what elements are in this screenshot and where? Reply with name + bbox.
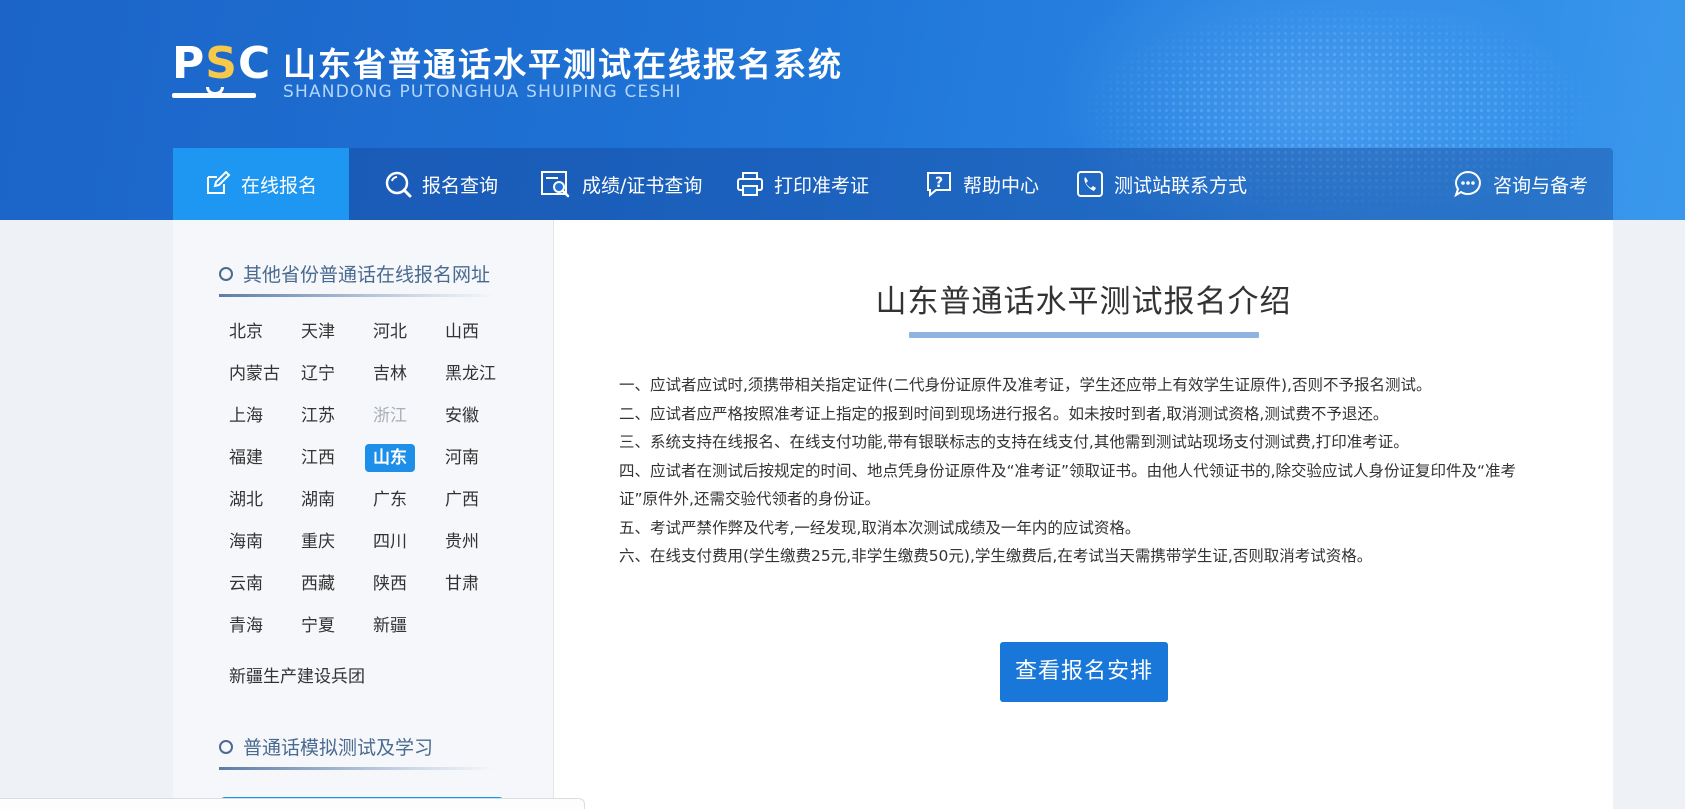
circle-icon [219, 739, 233, 754]
nav-label: 报名查询 [422, 174, 499, 197]
nav-consult[interactable]: 咨询与备考 [1453, 148, 1588, 220]
svg-text:?: ? [935, 175, 943, 191]
nav-score-query[interactable]: 成绩/证书查询 [540, 148, 702, 220]
nav-print-admission[interactable]: 打印准考证 [736, 148, 869, 220]
printer-icon [737, 172, 763, 196]
xinjiang-bingtuan-link[interactable]: 新疆生产建设兵团 [229, 662, 365, 687]
province-link[interactable]: 江苏 [293, 402, 343, 430]
main-content: 山东普通话水平测试报名介绍 一、应试者应试时,须携带相关指定证件(二代身份证原件… [554, 220, 1613, 809]
province-link[interactable]: 湖南 [293, 486, 343, 514]
province-link[interactable]: 天津 [293, 318, 343, 346]
nav-label: 成绩/证书查询 [582, 174, 703, 197]
site-subtitle: SHANDONG PUTONGHUA SHUIPING CESHI [283, 82, 682, 102]
help-icon: ? [927, 172, 951, 198]
province-link[interactable]: 福建 [221, 444, 271, 472]
nav-contact[interactable]: 测试站联系方式 [1076, 148, 1247, 220]
search-icon [385, 171, 412, 198]
province-link[interactable]: 吉林 [365, 360, 415, 388]
province-link[interactable]: 宁夏 [293, 612, 343, 640]
province-link[interactable]: 辽宁 [293, 360, 343, 388]
provinces-heading-text: 其他省份普通话在线报名网址 [243, 264, 491, 286]
view-schedule-button[interactable]: 查看报名安排 [1000, 642, 1168, 702]
province-link[interactable]: 上海 [221, 402, 271, 430]
rule-item: 三、系统支持在线报名、在线支付功能,带有银联标志的支持在线支付,其他需到测试站现… [619, 433, 1409, 451]
province-link[interactable]: 青海 [221, 612, 271, 640]
chat-icon [1454, 170, 1481, 198]
rule-item: 五、考试严禁作弊及代考,一经发现,取消本次测试成绩及一年内的应试资格。 [619, 518, 1141, 537]
rule-item: 六、在线支付费用(学生缴费25元,非学生缴费50元),学生缴费后,在考试当天需携… [619, 547, 1373, 565]
province-link[interactable]: 江西 [293, 444, 343, 472]
province-link[interactable]: 重庆 [293, 528, 343, 556]
province-link[interactable]: 浙江 [365, 402, 415, 430]
nav-online-signup[interactable]: 在线报名 [173, 148, 350, 220]
province-link[interactable]: 贵州 [437, 528, 487, 556]
circle-icon [219, 266, 233, 281]
province-link[interactable]: 广东 [365, 486, 415, 514]
phone-icon [1077, 171, 1103, 197]
rules-list: 一、应试者应试时,须携带相关指定证件(二代身份证原件及准考证，学生还应带上有效学… [619, 371, 1549, 571]
title-underline [909, 332, 1259, 338]
nav-label: 在线报名 [241, 174, 318, 197]
nav-label: 打印准考证 [774, 174, 870, 197]
province-link[interactable]: 山东 [365, 444, 415, 472]
province-link[interactable]: 山西 [437, 318, 487, 346]
province-link[interactable]: 甘肃 [437, 570, 487, 598]
certificate-search-icon [541, 171, 570, 198]
edit-icon [207, 171, 231, 194]
practice-heading: 普通话模拟测试及学习 [219, 733, 433, 760]
province-link[interactable]: 北京 [221, 318, 271, 346]
status-bar [0, 798, 585, 809]
province-link[interactable]: 黑龙江 [437, 360, 504, 388]
nav-label: 咨询与备考 [1493, 174, 1589, 197]
province-link[interactable]: 西藏 [293, 570, 343, 598]
site-header: PSC 山东省普通话水平测试在线报名系统 SHANDONG PUTONGHUA … [0, 0, 1685, 220]
province-link[interactable]: 云南 [221, 570, 271, 598]
site-title: 山东省普通话水平测试在线报名系统 [283, 45, 843, 84]
rule-item: 四、应试者在测试后按规定的时间、地点凭身份证原件及“准考证”领取证书。由他人代领… [619, 461, 1517, 509]
province-link[interactable]: 陕西 [365, 570, 415, 598]
heading-underline [219, 294, 495, 297]
sidebar: 其他省份普通话在线报名网址 北京 天津 河北 山西内蒙古 辽宁 吉林 黑龙江上海 江苏 浙江 安徽… [173, 220, 554, 809]
intro-title: 山东普通话水平测试报名介绍 [875, 284, 1292, 320]
province-link[interactable]: 新疆 [365, 612, 415, 640]
nav-label: 帮助中心 [963, 174, 1040, 197]
province-link[interactable]: 四川 [365, 528, 415, 556]
province-link[interactable]: 河北 [365, 318, 415, 346]
provinces-heading: 其他省份普通话在线报名网址 [219, 260, 490, 287]
nav-help-center[interactable]: ? 帮助中心 [925, 148, 1039, 220]
logo-underline [172, 93, 256, 98]
nav-signup-query[interactable]: 报名查询 [384, 148, 498, 220]
practice-heading-text: 普通话模拟测试及学习 [243, 737, 434, 759]
rule-item: 一、应试者应试时,须携带相关指定证件(二代身份证原件及准考证，学生还应带上有效学… [619, 376, 1432, 394]
rule-item: 二、应试者应严格按照准考证上指定的报到时间到现场进行报名。如未按时到者,取消测试… [619, 404, 1389, 423]
heading-underline [219, 767, 495, 770]
province-link[interactable]: 海南 [221, 528, 271, 556]
logo-text: PSC [172, 38, 272, 89]
main-nav: 在线报名 报名查询 成绩/证书查询 打印准考证 ? 帮助中心 测试站联系方式 咨… [173, 148, 1613, 220]
province-link[interactable]: 河南 [437, 444, 487, 472]
province-link[interactable]: 安徽 [437, 402, 487, 430]
nav-label: 测试站联系方式 [1114, 174, 1248, 197]
psc-logo[interactable]: PSC [172, 38, 272, 102]
province-link[interactable]: 湖北 [221, 486, 271, 514]
province-link[interactable]: 广西 [437, 486, 487, 514]
province-link[interactable]: 内蒙古 [221, 360, 288, 388]
